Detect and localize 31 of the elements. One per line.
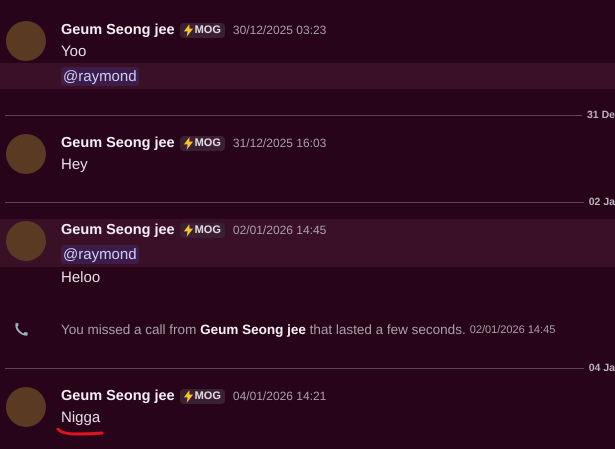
lightning-icon	[182, 24, 194, 36]
user-mention[interactable]: @raymond	[61, 244, 139, 264]
message-text: Yoo	[61, 43, 86, 60]
timestamp: 02/01/2026 14:45	[470, 324, 556, 336]
lightning-icon	[182, 390, 194, 402]
author-name[interactable]: Geum Seong jee	[61, 222, 175, 238]
avatar[interactable]	[6, 134, 46, 174]
date-divider-label: 31 De	[586, 109, 615, 121]
lightning-icon	[182, 224, 194, 236]
timestamp: 02/01/2026 14:45	[232, 223, 326, 237]
lightning-icon	[182, 136, 194, 150]
badge-label: MOG	[194, 390, 221, 402]
message-text: Nigga	[61, 409, 100, 426]
badge-label: MOG	[194, 24, 221, 36]
badge-label: MOG	[194, 224, 221, 236]
author-name[interactable]: Geum Seong jee	[61, 388, 175, 404]
timestamp: 04/01/2026 14:21	[232, 389, 326, 403]
badge-label: MOG	[194, 137, 221, 149]
author-name[interactable]: Geum Seong jee	[61, 22, 175, 38]
phone-icon	[14, 321, 28, 338]
avatar[interactable]	[6, 387, 46, 427]
user-mention[interactable]: @raymond	[61, 66, 139, 86]
message-text: Heloo	[61, 269, 100, 286]
date-divider-label: 02 Ja	[588, 196, 615, 208]
avatar[interactable]	[6, 21, 46, 61]
author-name[interactable]: Geum Seong jee	[61, 135, 175, 151]
timestamp: 30/12/2025 03:23	[232, 23, 326, 37]
message-text: Hey	[61, 156, 88, 173]
date-divider-label: 04 Ja	[588, 362, 615, 374]
missed-call-text: You missed a call from Geum Seong jee that lasted a few seconds.	[61, 322, 466, 337]
timestamp: 31/12/2025 16:03	[232, 136, 326, 150]
